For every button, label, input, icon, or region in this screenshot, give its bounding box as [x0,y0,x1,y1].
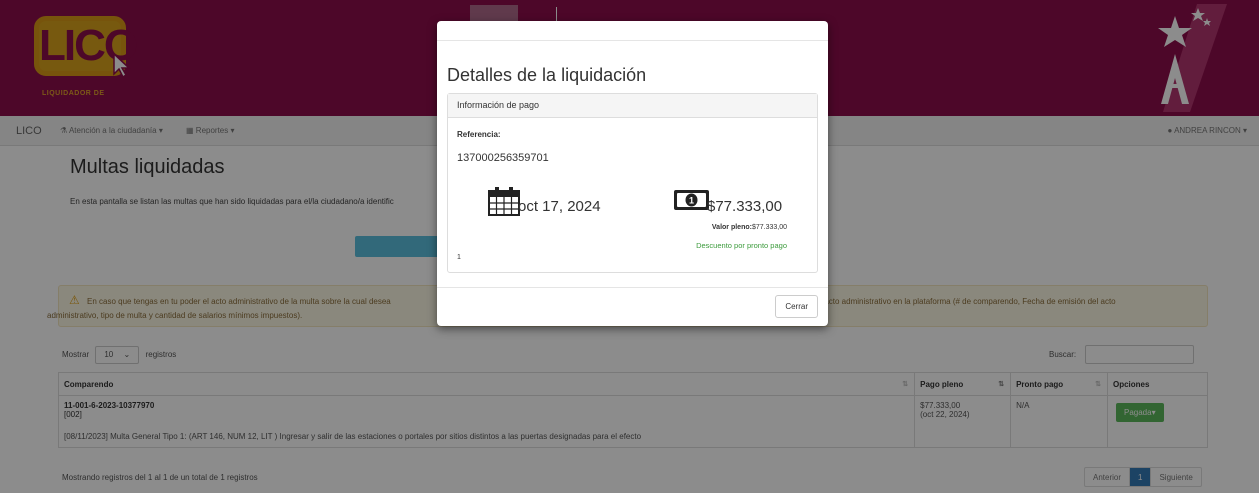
panel-heading: Información de pago [448,94,817,118]
payment-info-panel: Información de pago Referencia: 13700025… [447,93,818,273]
panel-number: 1 [457,254,461,261]
modal-header [437,21,828,41]
modal-title: Detalles de la liquidación [447,65,647,85]
discount-label: Descuento por pronto pago [696,241,787,250]
payment-date: oct 17, 2024 [518,198,601,215]
calendar-icon [488,187,520,216]
reference-value: 137000256359701 [457,152,549,164]
liquidation-details-modal: Detalles de la liquidación Información d… [437,21,828,326]
close-button[interactable]: Cerrar [775,295,818,318]
money-icon: 1 [674,190,709,210]
full-value-label: Valor pleno: [711,224,752,231]
full-value: Valor pleno:$77.333,00 [712,224,787,231]
full-value-amount: $77.333,00 [751,224,787,231]
svg-text:1: 1 [689,196,694,206]
payment-amount: $77.333,00 [707,198,783,215]
modal-footer: Cerrar [437,287,828,326]
reference-label: Referencia: [457,130,501,139]
